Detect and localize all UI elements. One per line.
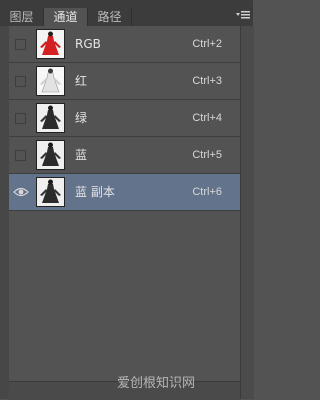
channel-name: RGB	[75, 37, 101, 51]
channel-name: 蓝	[75, 148, 88, 162]
channel-shortcut: Ctrl+2	[192, 38, 222, 50]
tab-paths[interactable]: 路径	[88, 8, 132, 26]
channel-name: 绿	[75, 111, 88, 125]
channel-row-blue[interactable]: 蓝 Ctrl+5	[9, 137, 240, 174]
tab-channels[interactable]: 通道	[44, 8, 88, 26]
channel-thumbnail	[36, 140, 65, 170]
left-gutter	[0, 26, 9, 399]
visibility-toggle[interactable]	[15, 39, 26, 50]
panel-menu-icon[interactable]	[236, 10, 250, 20]
channel-name: 蓝 副本	[75, 185, 115, 199]
visibility-toggle[interactable]	[15, 76, 26, 87]
panel-scroll-gutter[interactable]	[240, 26, 254, 399]
channel-row-blue-copy[interactable]: 蓝 副本 Ctrl+6	[9, 174, 240, 211]
channel-shortcut: Ctrl+6	[192, 186, 222, 198]
watermark-text: 爱创根知识网	[117, 376, 196, 391]
channel-thumbnail	[36, 66, 65, 96]
channel-row-green[interactable]: 绿 Ctrl+4	[9, 100, 240, 137]
panel-tab-bar: 图层 通道 路径	[0, 0, 253, 26]
channels-list: RGB Ctrl+2 红 Ctrl+3 绿 Ctrl+4 蓝 Ctrl+5 蓝 …	[9, 26, 240, 381]
channel-thumbnail	[36, 29, 65, 59]
channel-row-red[interactable]: 红 Ctrl+3	[9, 63, 240, 100]
visibility-toggle[interactable]	[15, 113, 26, 124]
tab-layers[interactable]: 图层	[0, 8, 44, 26]
channel-thumbnail	[36, 177, 65, 207]
eye-icon[interactable]	[13, 184, 29, 200]
channel-shortcut: Ctrl+5	[192, 149, 222, 161]
channel-name: 红	[75, 74, 88, 88]
channel-row-rgb[interactable]: RGB Ctrl+2	[9, 26, 240, 63]
channel-shortcut: Ctrl+3	[192, 75, 222, 87]
channel-shortcut: Ctrl+4	[192, 112, 222, 124]
visibility-toggle[interactable]	[15, 150, 26, 161]
channel-thumbnail	[36, 103, 65, 133]
